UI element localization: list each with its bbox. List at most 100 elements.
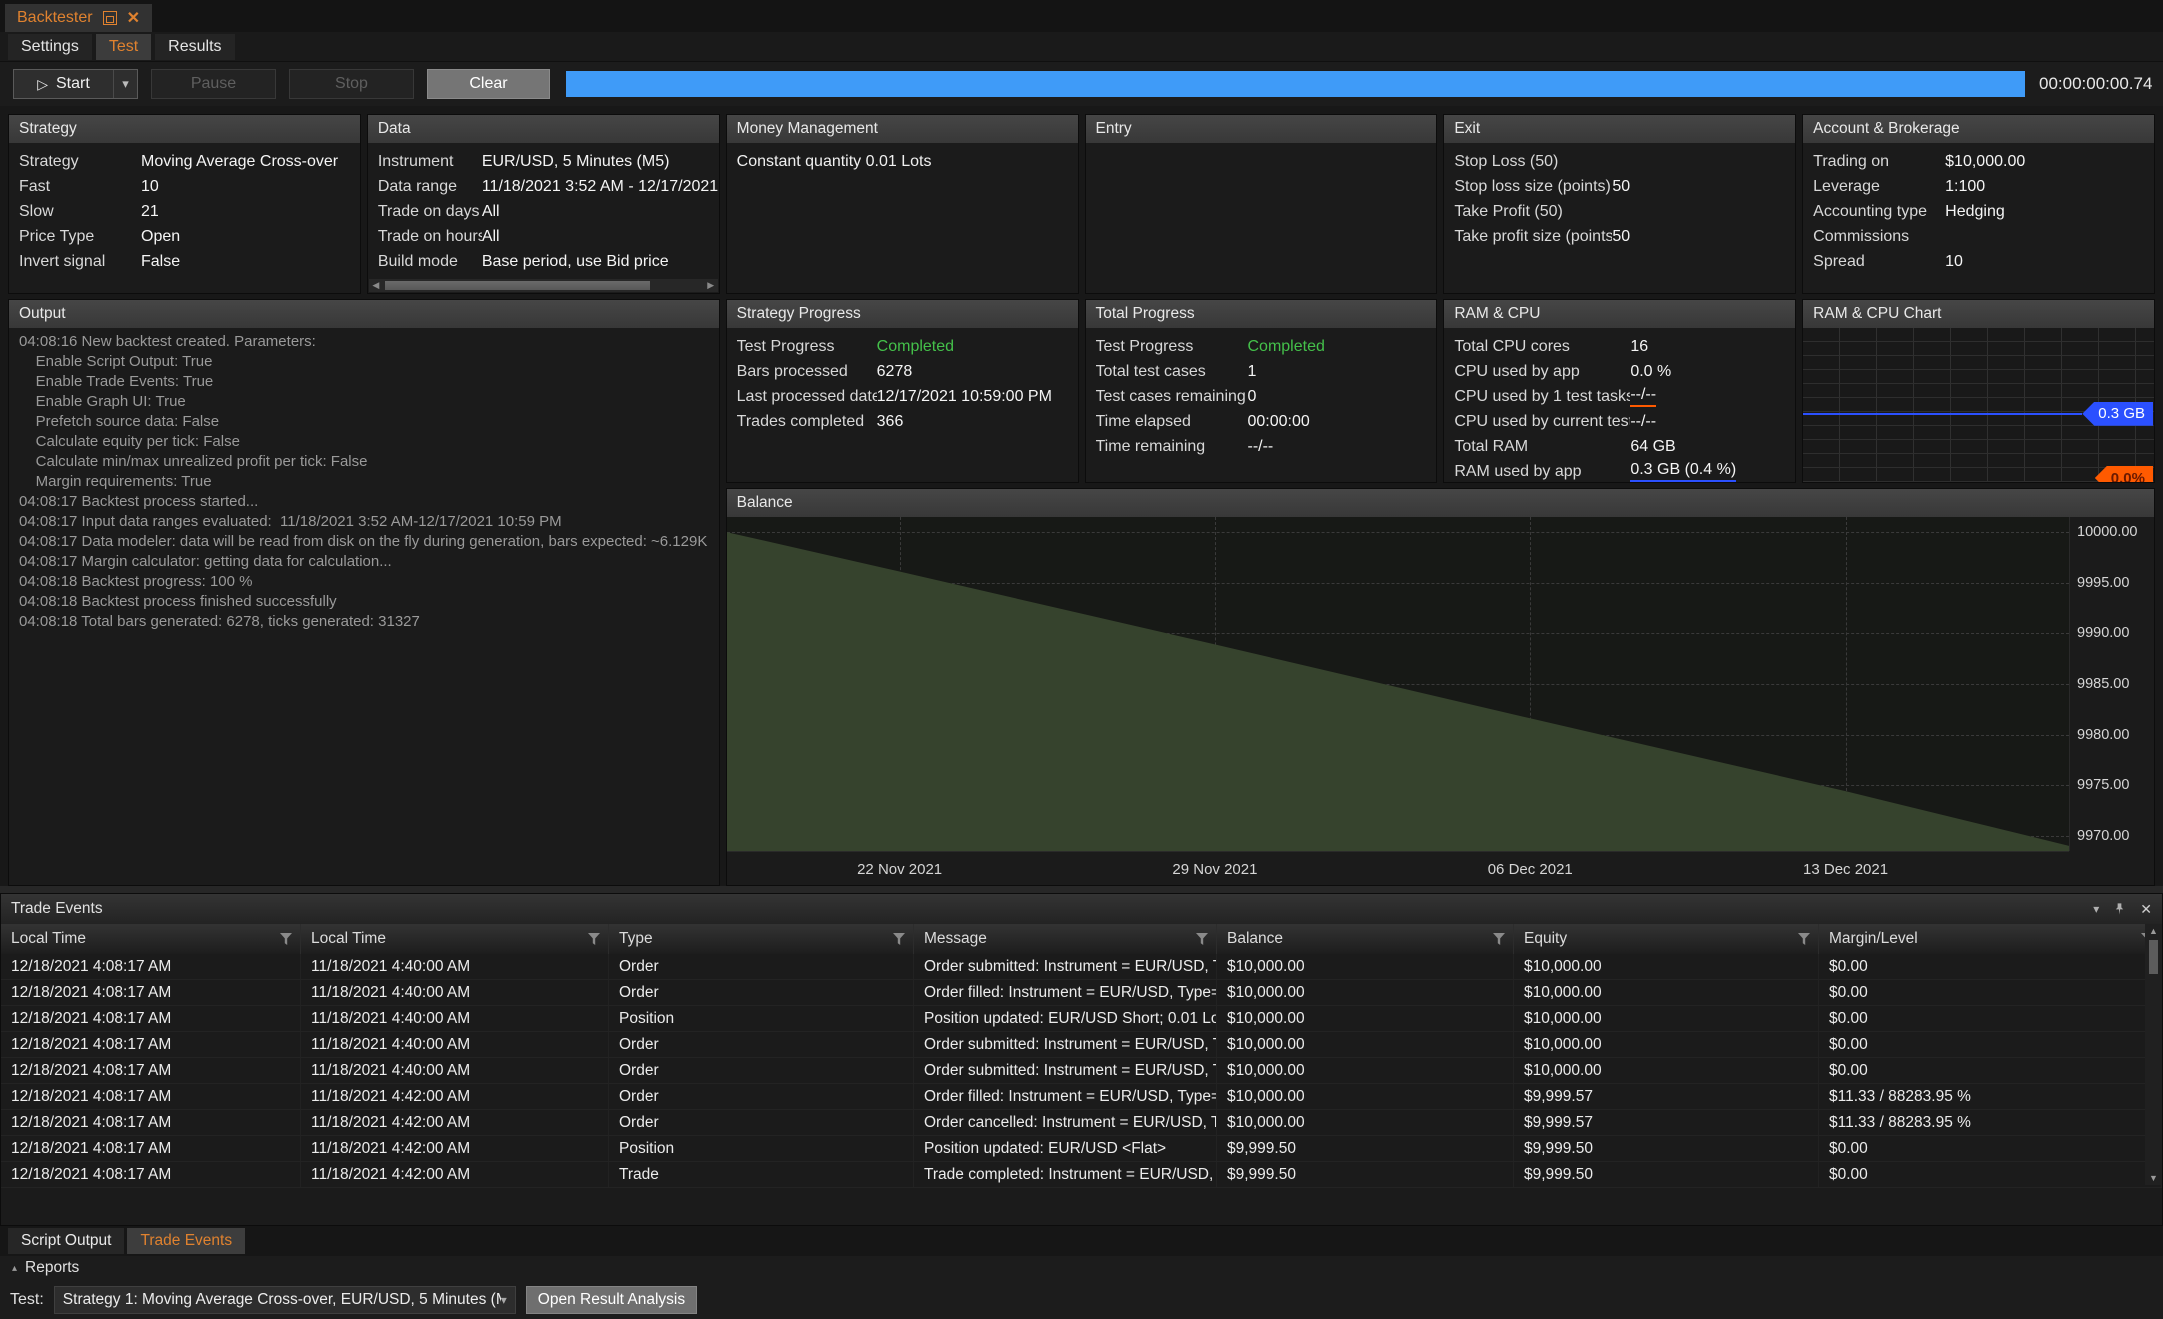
column-header[interactable]: Local Time [301, 924, 609, 954]
table-row[interactable]: 12/18/2021 4:08:17 AM 11/18/2021 4:40:00… [1, 954, 2162, 980]
filter-icon[interactable] [588, 933, 600, 945]
panel-close-icon[interactable]: ✕ [2140, 901, 2152, 918]
property-row: Total RAM 64 GB [1444, 434, 1795, 459]
y-tick-label: 9985.00 [2077, 676, 2129, 692]
scroll-down-icon[interactable]: ▼ [2149, 1173, 2158, 1183]
property-row: Build mode Base period, use Bid price [368, 249, 719, 274]
scroll-up-icon[interactable]: ▲ [2149, 926, 2158, 936]
property-row: Invert signal False [9, 249, 360, 274]
column-header[interactable]: Margin/Level [1819, 924, 2162, 954]
column-header[interactable]: Balance [1217, 924, 1514, 954]
tab-trade-events[interactable]: Trade Events [127, 1228, 245, 1254]
column-header[interactable]: Type [609, 924, 914, 954]
panel-splitter[interactable] [0, 886, 2163, 893]
table-row[interactable]: 12/18/2021 4:08:17 AM 11/18/2021 4:42:00… [1, 1110, 2162, 1136]
y-tick-label: 9995.00 [2077, 575, 2129, 591]
cell-balance: $10,000.00 [1217, 980, 1514, 1005]
horizontal-scrollbar[interactable]: ◀ ▶ [369, 279, 718, 292]
property-label: CPU used by current test [1454, 413, 1630, 431]
table-row[interactable]: 12/18/2021 4:08:17 AM 11/18/2021 4:42:00… [1, 1162, 2162, 1188]
cell-balance: $10,000.00 [1217, 954, 1514, 979]
property-value: 64 GB [1630, 438, 1675, 456]
property-row: Stop Loss (50) [1444, 149, 1795, 174]
scroll-right-icon[interactable]: ▶ [704, 280, 718, 291]
cell-message: Position updated: EUR/USD Short; 0.01 Lo… [914, 1006, 1217, 1031]
tab-backtester[interactable]: Backtester ✕ [5, 4, 152, 32]
property-row: Trade on days All [368, 199, 719, 224]
column-header[interactable]: Message [914, 924, 1217, 954]
panel-menu-icon[interactable]: ▾ [2093, 902, 2099, 916]
x-tick-label: 22 Nov 2021 [857, 861, 942, 878]
column-header-label: Margin/Level [1829, 930, 1918, 948]
cell-balance: $10,000.00 [1217, 1032, 1514, 1057]
property-row: Strategy Moving Average Cross-over [9, 149, 360, 174]
vertical-scrollbar[interactable]: ▲ ▼ [2145, 924, 2162, 1185]
output-log-line: Calculate min/max unrealized profit per … [19, 452, 709, 472]
cell-equity: $10,000.00 [1514, 980, 1819, 1005]
open-result-analysis-button[interactable]: Open Result Analysis [526, 1286, 697, 1314]
filter-icon[interactable] [1493, 933, 1505, 945]
scrollbar-thumb[interactable] [2149, 940, 2158, 974]
property-label: Stop loss size (points) [1454, 178, 1612, 196]
property-value: 16 [1630, 338, 1648, 356]
balance-area-series [727, 517, 2069, 851]
filter-icon[interactable] [1798, 933, 1810, 945]
scrollbar-thumb[interactable] [385, 281, 650, 290]
reports-collapsible-header[interactable]: ▴ Reports [0, 1256, 2163, 1280]
cell-message: Order filled: Instrument = EUR/USD, Type… [914, 1084, 1217, 1109]
tab-test[interactable]: Test [96, 34, 151, 60]
table-row[interactable]: 12/18/2021 4:08:17 AM 11/18/2021 4:40:00… [1, 1006, 2162, 1032]
close-icon[interactable]: ✕ [127, 8, 140, 28]
scroll-left-icon[interactable]: ◀ [369, 280, 383, 291]
trade-events-title: Trade Events [11, 900, 2093, 918]
pin-icon[interactable] [2113, 902, 2126, 916]
restore-window-icon[interactable] [103, 11, 117, 25]
pause-button[interactable]: Pause [151, 69, 276, 99]
property-value: 0.0 % [1630, 363, 1671, 381]
start-dropdown-button[interactable]: ▾ [113, 70, 137, 98]
property-label: Test Progress [1096, 338, 1248, 356]
collapse-up-icon: ▴ [12, 1263, 17, 1274]
filter-icon[interactable] [1196, 933, 1208, 945]
cell-type: Position [609, 1006, 914, 1031]
strategy-progress-panel: Strategy Progress Test Progress Complete… [726, 299, 1079, 483]
output-log-line: Enable Trade Events: True [19, 372, 709, 392]
tab-script-output[interactable]: Script Output [8, 1228, 124, 1254]
property-value: Completed [1248, 338, 1325, 356]
property-value: Completed [877, 338, 954, 356]
filter-icon[interactable] [893, 933, 905, 945]
output-log-line: 04:08:17 Input data ranges evaluated: 11… [19, 512, 709, 532]
column-header[interactable]: Equity [1514, 924, 1819, 954]
stop-button[interactable]: Stop [289, 69, 414, 99]
property-row: Stop loss size (points) 50 [1444, 174, 1795, 199]
column-header[interactable]: Local Time [1, 924, 301, 954]
property-label: Test Progress [737, 338, 877, 356]
strategy-progress-title: Strategy Progress [727, 300, 1078, 328]
y-tick-label: 10000.00 [2077, 524, 2137, 540]
output-log-line: 04:08:16 New backtest created. Parameter… [19, 332, 709, 352]
property-row: Test cases remaining 0 [1086, 384, 1437, 409]
ram-cpu-title: RAM & CPU [1444, 300, 1795, 328]
property-label: Take Profit (50) [1454, 203, 1612, 221]
cell-type: Order [609, 954, 914, 979]
table-row[interactable]: 12/18/2021 4:08:17 AM 11/18/2021 4:40:00… [1, 1058, 2162, 1084]
cell-margin-level: $0.00 [1819, 954, 2162, 979]
toolbar: ▷ Start ▾ Pause Stop Clear 00:00:00:00.7… [0, 62, 2163, 106]
property-label: Price Type [19, 228, 141, 246]
start-button[interactable]: ▷ Start ▾ [13, 69, 138, 99]
clear-button[interactable]: Clear [427, 69, 550, 99]
property-value: --/-- [1630, 386, 1656, 407]
backtester-window: Backtester ✕ Settings Test Results ▷ Sta… [0, 0, 2163, 1319]
tab-settings[interactable]: Settings [8, 34, 92, 60]
test-select-dropdown[interactable]: Strategy 1: Moving Average Cross-over, E… [54, 1286, 516, 1314]
property-row: Test Progress Completed [727, 334, 1078, 359]
table-row[interactable]: 12/18/2021 4:08:17 AM 11/18/2021 4:40:00… [1, 1032, 2162, 1058]
property-value: 6278 [877, 363, 913, 381]
tab-results[interactable]: Results [155, 34, 234, 60]
table-row[interactable]: 12/18/2021 4:08:17 AM 11/18/2021 4:42:00… [1, 1084, 2162, 1110]
account-brokerage-panel: Account & Brokerage Trading on $10,000.0… [1802, 114, 2155, 294]
table-row[interactable]: 12/18/2021 4:08:17 AM 11/18/2021 4:40:00… [1, 980, 2162, 1006]
table-row[interactable]: 12/18/2021 4:08:17 AM 11/18/2021 4:42:00… [1, 1136, 2162, 1162]
y-tick-label: 9990.00 [2077, 625, 2129, 641]
filter-icon[interactable] [280, 933, 292, 945]
